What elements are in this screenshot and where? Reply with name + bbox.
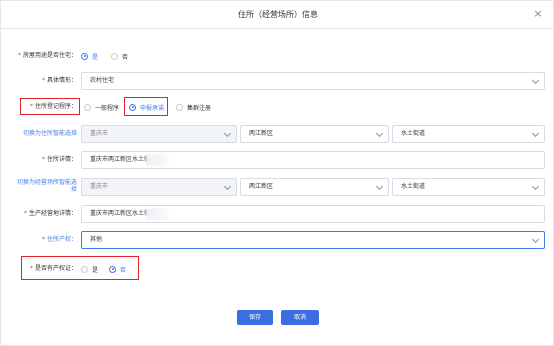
situation-select[interactable]: 农村住宅 bbox=[81, 72, 545, 90]
business-street-select[interactable]: 水土街道 bbox=[392, 178, 545, 196]
row-business-detail: * 生产经营地详情： 重庆市两江新区水土街 bbox=[1, 205, 554, 223]
address-switch-link[interactable]: 切换为住所智能选择 bbox=[23, 128, 77, 137]
dialog-title: 住所（经营场所）信息 bbox=[238, 10, 318, 19]
address-detail-label: * 住所详情： bbox=[41, 156, 77, 163]
chevron-down-icon bbox=[531, 129, 540, 138]
cancel-button[interactable]: 取消 bbox=[281, 310, 319, 325]
radio-cluster-registration[interactable]: 集群注册 bbox=[176, 101, 211, 113]
dialog-titlebar: 住所（经营场所）信息 × bbox=[1, 1, 554, 29]
chevron-down-icon bbox=[375, 182, 384, 191]
row-situation: * 具体情形： 农村住宅 bbox=[1, 72, 554, 90]
row-use-residence: * 房屋用途是否住宅： 是 否 bbox=[1, 47, 554, 65]
radio-residence-yes[interactable]: 是 bbox=[81, 50, 98, 62]
radio-residence-no[interactable]: 否 bbox=[111, 50, 128, 62]
row-registration-procedure: * 住所登记程序： 一般程序 申报承诺 集群注册 bbox=[1, 98, 554, 116]
row-address-switch: 切换为住所智能选择 重庆市 两江新区 水土街道 bbox=[1, 125, 554, 143]
chevron-down-icon bbox=[223, 129, 232, 138]
row-property-right: * 住所产权： 其他 bbox=[1, 231, 554, 249]
address-street-select[interactable]: 水土街道 bbox=[392, 125, 545, 143]
highlight-box bbox=[124, 97, 168, 116]
radio-general-procedure[interactable]: 一般程序 bbox=[84, 101, 119, 113]
radio-dot-icon bbox=[111, 52, 118, 60]
property-right-select[interactable]: 其他 bbox=[81, 231, 545, 249]
row-address-detail: * 住所详情： 重庆市两江新区水土街 bbox=[1, 151, 554, 169]
dialog: 住所（经营场所）信息 × * 房屋用途是否住宅： 是 否 * 具体情形： 农村住宅 … bbox=[0, 0, 554, 346]
business-district-select[interactable]: 两江新区 bbox=[240, 178, 389, 196]
close-icon[interactable]: × bbox=[531, 7, 545, 21]
highlight-box bbox=[21, 256, 139, 280]
highlight-box bbox=[20, 98, 80, 115]
chevron-down-icon bbox=[531, 182, 540, 191]
radio-dot-icon bbox=[81, 52, 88, 60]
property-right-label: * 住所产权： bbox=[41, 236, 77, 243]
business-detail-label: * 生产经营地详情： bbox=[23, 210, 77, 217]
row-business-switch: 切换为经营场所智能选 择 重庆市 两江新区 水土街道 bbox=[1, 178, 554, 196]
situation-label: * 具体情形： bbox=[41, 77, 77, 84]
radio-dot-icon bbox=[176, 103, 183, 111]
address-city-select[interactable]: 重庆市 bbox=[81, 125, 237, 143]
chevron-down-icon bbox=[223, 182, 232, 191]
use-residence-label: * 房屋用途是否住宅： bbox=[17, 52, 77, 59]
redaction-blur bbox=[146, 208, 168, 220]
save-button[interactable]: 保存 bbox=[237, 310, 273, 325]
chevron-down-icon bbox=[531, 76, 540, 85]
chevron-down-icon bbox=[531, 235, 540, 244]
business-city-select[interactable]: 重庆市 bbox=[81, 178, 237, 196]
situation-value: 农村住宅 bbox=[90, 77, 115, 84]
address-district-select[interactable]: 两江新区 bbox=[240, 125, 389, 143]
business-switch-link[interactable]: 切换为经营场所智能选 择 bbox=[17, 179, 77, 193]
radio-dot-icon bbox=[84, 103, 91, 111]
chevron-down-icon bbox=[375, 129, 384, 138]
redaction-blur bbox=[146, 154, 168, 166]
